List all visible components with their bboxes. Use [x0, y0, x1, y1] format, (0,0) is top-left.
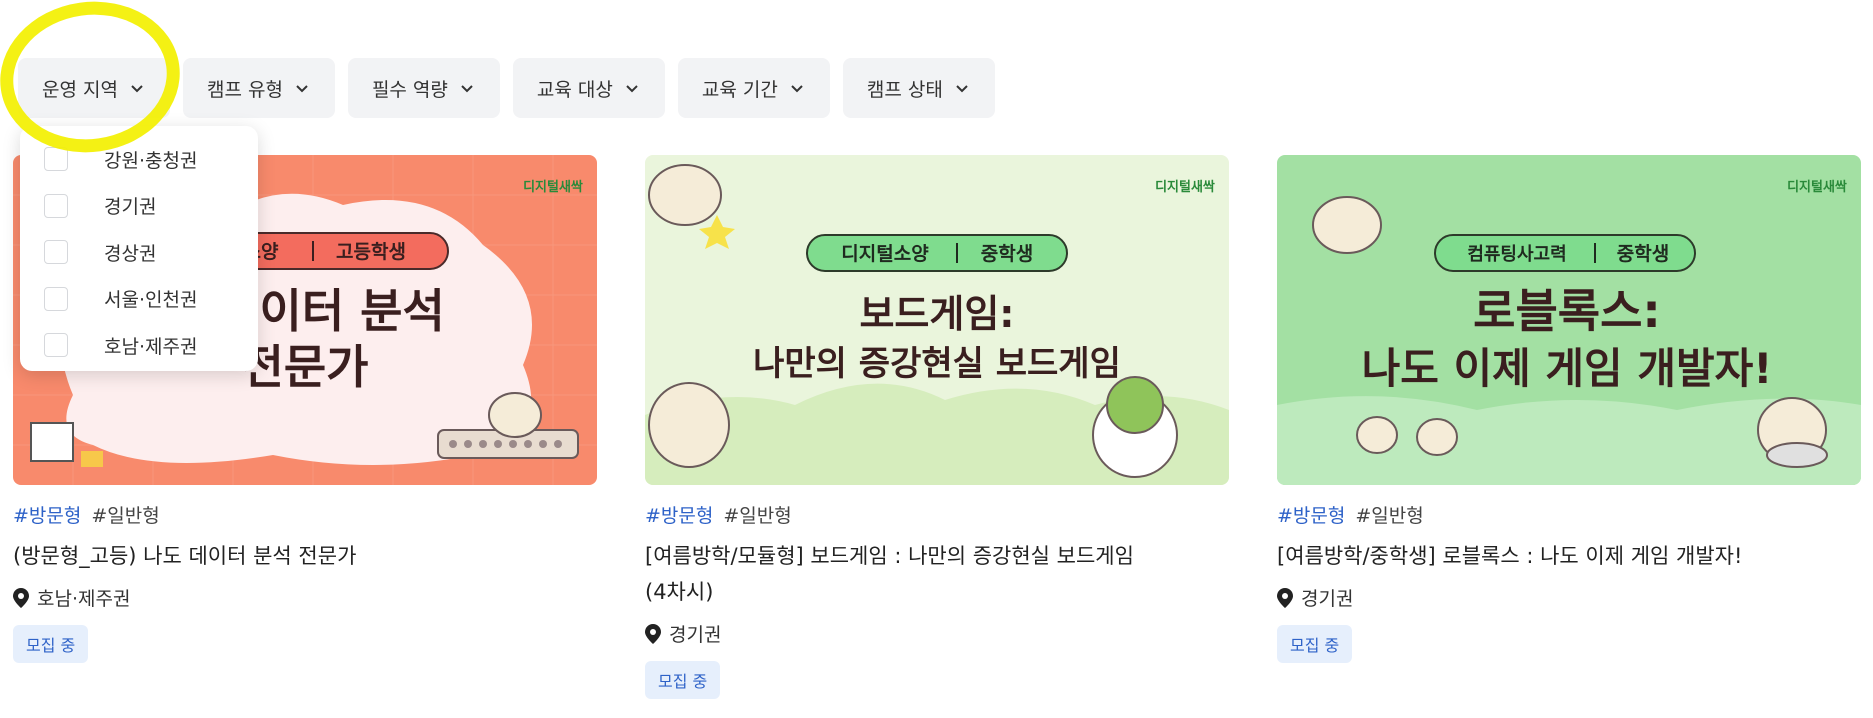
chevron-down-icon: [131, 85, 143, 93]
checkbox[interactable]: [44, 193, 68, 218]
region-option[interactable]: 호남·제주권: [20, 322, 258, 369]
region-option-label: 강원·충청권: [104, 149, 198, 172]
card-title[interactable]: (방문형_고등) 나도 데이터 분석 전문가: [13, 538, 597, 574]
checkbox[interactable]: [44, 286, 68, 311]
thumb-line1: 보드게임:: [859, 292, 1014, 336]
filter-status-button[interactable]: 캠프 상태: [842, 58, 995, 118]
region-option[interactable]: 서울·인천권: [20, 276, 258, 323]
filter-camp-type-button[interactable]: 캠프 유형: [182, 58, 335, 118]
status-badge: 모집 중: [645, 661, 721, 699]
chevron-down-icon: [461, 85, 473, 93]
status-badge: 모집 중: [13, 625, 89, 663]
region-option-label: 서울·인천권: [104, 289, 198, 312]
location-label: 경기권: [669, 624, 722, 646]
map-pin-icon: [1277, 587, 1293, 608]
tag-primary[interactable]: #방문형: [13, 501, 81, 528]
filter-label: 필수 역량: [371, 78, 448, 101]
filter-label: 교육 대상: [536, 78, 613, 101]
location-label: 경기권: [1301, 588, 1354, 610]
filter-competency-button[interactable]: 필수 역량: [347, 58, 500, 118]
tag-secondary[interactable]: #일반형: [723, 501, 791, 528]
region-dropdown: 강원·충청권 경기권 경상권 서울·인천권 호남·제주권: [20, 126, 258, 371]
card-location: 호남·제주권: [13, 584, 597, 611]
card-tags: #방문형 #일반형: [13, 501, 597, 528]
chevron-down-icon: [956, 85, 968, 93]
tag-secondary[interactable]: #일반형: [1355, 501, 1423, 528]
tag-primary[interactable]: #방문형: [645, 501, 713, 528]
status-badge: 모집 중: [1277, 625, 1353, 663]
filter-label: 캠프 상태: [866, 78, 943, 101]
tag-primary[interactable]: #방문형: [1277, 501, 1345, 528]
thumb-brand: 디지털새싹: [1787, 179, 1847, 195]
thumb-line2: 나도 이제 게임 개발자!: [1362, 344, 1773, 393]
region-option-label: 호남·제주권: [104, 335, 198, 358]
map-pin-icon: [13, 587, 29, 608]
region-option[interactable]: 경상권: [20, 229, 258, 276]
map-pin-icon: [645, 623, 661, 644]
card-title-line1: [여름방학/모듈형] 보드게임 : 나만의 증강현실 보드게임: [645, 544, 1134, 568]
filter-bar: 운영 지역 캠프 유형 필수 역량 교육 대상 교육 기간 캠프 상태: [18, 58, 995, 118]
filter-period-button[interactable]: 교육 기간: [677, 58, 830, 118]
camp-thumbnail[interactable]: 컴퓨팅사고력 중학생 로블록스: 나도 이제 게임 개발자! 디지털새싹: [1277, 155, 1861, 485]
thumb-pill-left: 컴퓨팅사고력: [1467, 244, 1566, 265]
thumb-brand: 디지털새싹: [523, 179, 583, 195]
card-location: 경기권: [645, 620, 1229, 647]
thumb-brand: 디지털새싹: [1155, 179, 1215, 195]
thumb-pill-right: 중학생: [981, 243, 1033, 265]
checkbox[interactable]: [44, 147, 68, 172]
filter-label: 교육 기간: [701, 78, 778, 101]
chevron-down-icon: [791, 85, 803, 93]
filter-label: 운영 지역: [42, 78, 118, 101]
region-option-label: 경상권: [104, 242, 157, 265]
filter-target-button[interactable]: 교육 대상: [512, 58, 665, 118]
card-title[interactable]: [여름방학/모듈형] 보드게임 : 나만의 증강현실 보드게임 (4차시): [645, 538, 1229, 610]
thumb-pill-left: 디지털소양: [841, 243, 929, 265]
camp-thumbnail[interactable]: 디지털소양 중학생 보드게임: 나만의 증강현실 보드게임 디지털새싹: [645, 155, 1229, 485]
card-title-line2: (4차시): [645, 580, 714, 604]
camp-card[interactable]: 디지털소양 중학생 보드게임: 나만의 증강현실 보드게임 디지털새싹 #방문형…: [645, 155, 1229, 699]
chevron-down-icon: [296, 85, 308, 93]
thumb-line2: 나만의 증강현실 보드게임: [753, 344, 1121, 384]
card-location: 경기권: [1277, 584, 1861, 611]
region-option[interactable]: 경기권: [20, 183, 258, 230]
checkbox[interactable]: [44, 240, 68, 265]
chevron-down-icon: [626, 85, 638, 93]
thumb-line1: 로블록스:: [1473, 284, 1661, 338]
card-title[interactable]: [여름방학/중학생] 로블록스 : 나도 이제 게임 개발자!: [1277, 538, 1861, 574]
camp-card[interactable]: 컴퓨팅사고력 중학생 로블록스: 나도 이제 게임 개발자! 디지털새싹 #방문…: [1277, 155, 1861, 663]
tag-secondary[interactable]: #일반형: [91, 501, 159, 528]
thumb-line2: 전문가: [242, 340, 369, 394]
filter-label: 캠프 유형: [206, 78, 283, 101]
card-tags: #방문형 #일반형: [1277, 501, 1861, 528]
region-option-label: 경기권: [104, 196, 157, 219]
thumb-pill-right: 중학생: [1617, 243, 1669, 265]
card-tags: #방문형 #일반형: [645, 501, 1229, 528]
region-option[interactable]: 강원·충청권: [20, 136, 258, 183]
thumb-pill-right: 고등학생: [336, 241, 406, 263]
checkbox[interactable]: [44, 333, 68, 358]
location-label: 호남·제주권: [37, 588, 131, 610]
filter-region-button[interactable]: 운영 지역: [18, 58, 170, 118]
